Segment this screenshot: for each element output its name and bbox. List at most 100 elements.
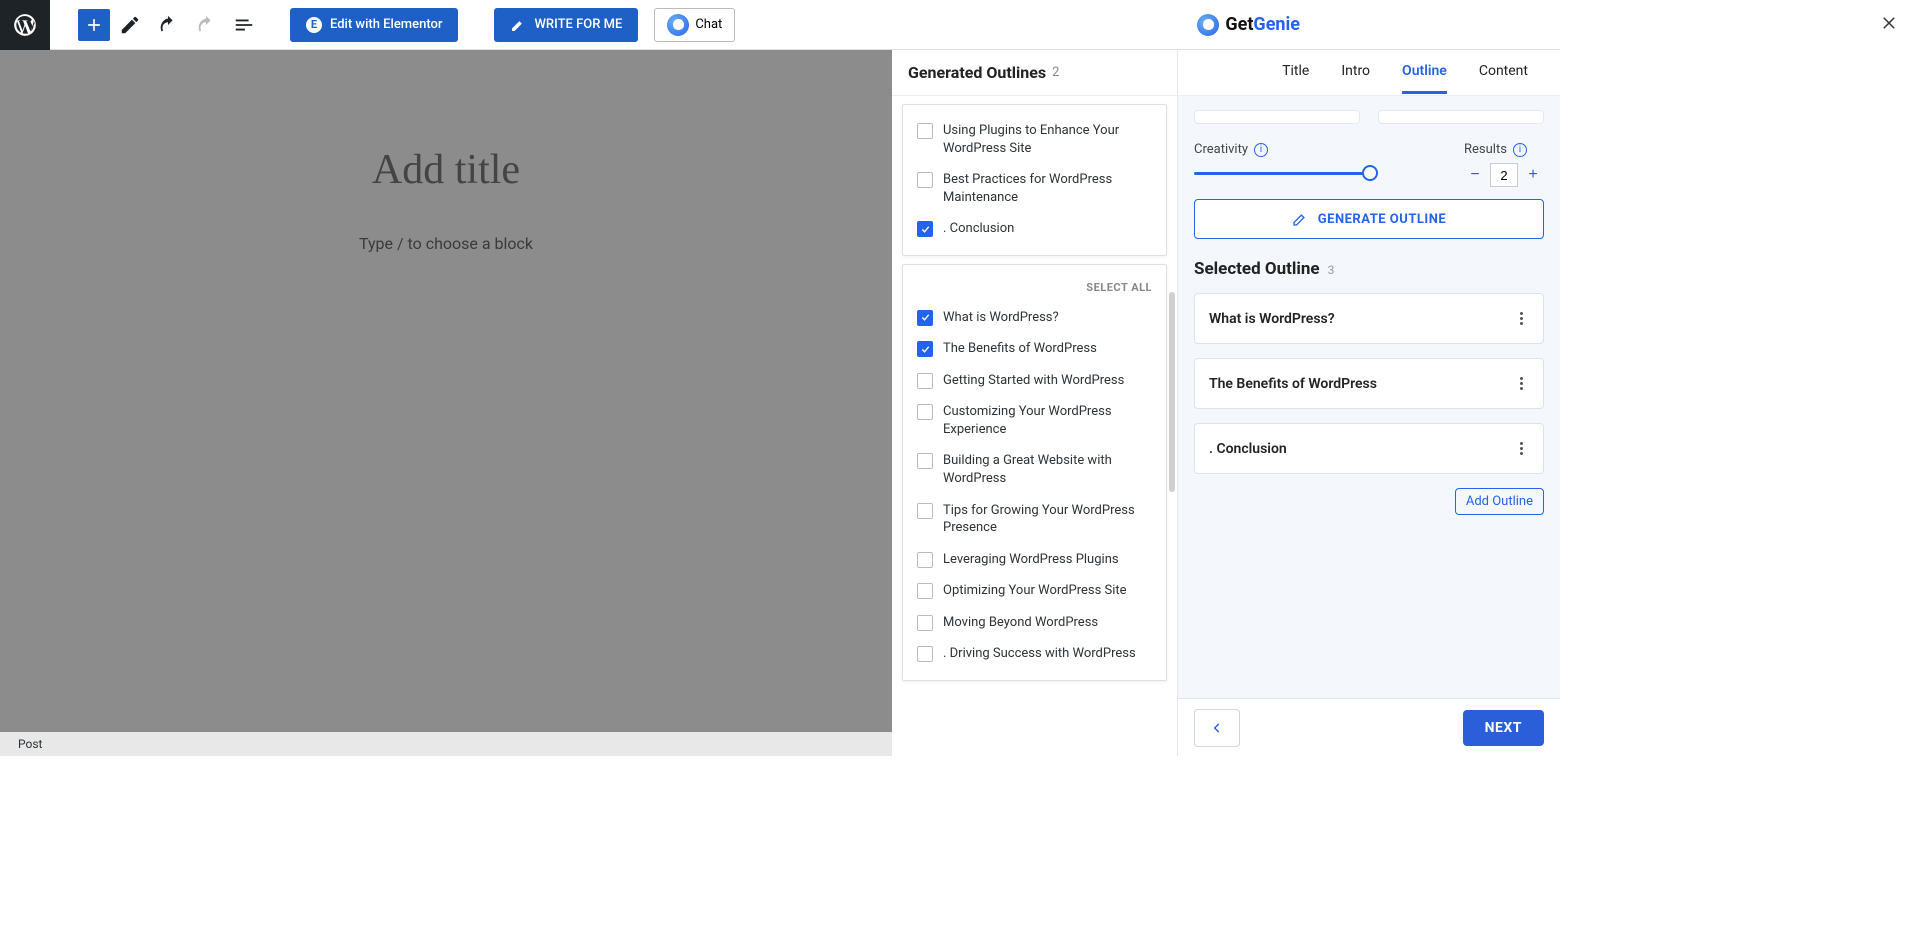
outline-option[interactable]: Tips for Growing Your WordPress Presence [915, 495, 1154, 544]
outline-option[interactable]: Best Practices for WordPress Maintenance [915, 164, 1154, 213]
outline-option-label: . Driving Success with WordPress [943, 645, 1136, 663]
outline-option-label: Using Plugins to Enhance Your WordPress … [943, 122, 1152, 157]
pen-icon [1292, 211, 1308, 227]
generated-outlines-heading: Generated Outlines [908, 63, 1046, 82]
outline-group-1: Using Plugins to Enhance Your WordPress … [902, 104, 1167, 256]
outline-option-label: Tips for Growing Your WordPress Presence [943, 502, 1152, 537]
selected-item-label: The Benefits of WordPress [1209, 376, 1377, 392]
increment-button[interactable]: + [1522, 164, 1544, 186]
undo-icon [157, 14, 179, 36]
outline-option[interactable]: Customizing Your WordPress Experience [915, 396, 1154, 445]
selected-outline-item[interactable]: What is WordPress? [1194, 293, 1544, 344]
outline-option[interactable]: Building a Great Website with WordPress [915, 445, 1154, 494]
creativity-slider[interactable] [1194, 163, 1372, 183]
wordpress-logo[interactable] [0, 0, 50, 50]
block-placeholder[interactable]: Type / to choose a block [128, 234, 764, 253]
outline-option[interactable]: What is WordPress? [915, 302, 1154, 334]
outline-option-label: . Conclusion [943, 220, 1014, 238]
back-button[interactable] [1194, 709, 1240, 747]
info-icon[interactable]: i [1254, 143, 1268, 157]
elementor-label: Edit with Elementor [330, 17, 442, 32]
checkbox[interactable] [917, 310, 933, 326]
checkbox[interactable] [917, 221, 933, 237]
generated-outlines-count: 2 [1052, 65, 1059, 80]
editor-canvas[interactable]: Add title Type / to choose a block Post [0, 50, 892, 756]
wordpress-icon [12, 12, 38, 38]
outline-option[interactable]: . Driving Success with WordPress [915, 638, 1154, 670]
outline-option-label: Best Practices for WordPress Maintenance [943, 171, 1152, 206]
selected-outline-item[interactable]: The Benefits of WordPress [1194, 358, 1544, 409]
checkbox[interactable] [917, 503, 933, 519]
close-panel-button[interactable] [1880, 14, 1900, 34]
results-stepper: − + [1464, 163, 1544, 187]
undo-button[interactable] [150, 7, 186, 43]
pen-icon [510, 17, 526, 33]
input-box-2[interactable] [1378, 110, 1544, 124]
checkbox[interactable] [917, 552, 933, 568]
list-icon [233, 14, 255, 36]
checkbox[interactable] [917, 615, 933, 631]
generate-outline-button[interactable]: GENERATE OUTLINE [1194, 199, 1544, 239]
selected-outline-count: 3 [1328, 263, 1335, 277]
results-label: Results [1464, 142, 1507, 157]
write-for-me-button[interactable]: WRITE FOR ME [494, 8, 638, 42]
input-box-1[interactable] [1194, 110, 1360, 124]
post-title-input[interactable]: Add title [128, 146, 764, 194]
outline-option[interactable]: Getting Started with WordPress [915, 365, 1154, 397]
outline-option[interactable]: Moving Beyond WordPress [915, 607, 1154, 639]
tab-outline[interactable]: Outline [1402, 51, 1447, 94]
outline-option[interactable]: Using Plugins to Enhance Your WordPress … [915, 115, 1154, 164]
outline-option-label: The Benefits of WordPress [943, 340, 1097, 358]
close-icon [1880, 14, 1898, 32]
item-menu-button[interactable] [1513, 310, 1529, 327]
outline-option[interactable]: Optimizing Your WordPress Site [915, 575, 1154, 607]
checkbox[interactable] [917, 373, 933, 389]
breadcrumb: Post [0, 732, 892, 756]
chat-button[interactable]: Chat [654, 8, 735, 42]
checkbox[interactable] [917, 583, 933, 599]
redo-button[interactable] [188, 7, 224, 43]
selected-outline-item[interactable]: . Conclusion [1194, 423, 1544, 474]
plus-icon [84, 15, 104, 35]
add-outline-button[interactable]: Add Outline [1455, 488, 1544, 515]
results-input[interactable] [1490, 163, 1518, 187]
tab-title[interactable]: Title [1282, 51, 1309, 94]
creativity-label: Creativity [1194, 142, 1248, 157]
selected-outline-heading: Selected Outline [1194, 259, 1320, 279]
checkbox[interactable] [917, 453, 933, 469]
select-all-button[interactable]: SELECT ALL [915, 275, 1154, 302]
add-block-button[interactable] [78, 9, 110, 41]
edit-with-elementor-button[interactable]: E Edit with Elementor [290, 8, 458, 42]
checkbox[interactable] [917, 404, 933, 420]
outline-option[interactable]: Leveraging WordPress Plugins [915, 544, 1154, 576]
document-outline-button[interactable] [226, 7, 262, 43]
checkbox[interactable] [917, 172, 933, 188]
outline-option-label: Building a Great Website with WordPress [943, 452, 1152, 487]
elementor-icon: E [306, 17, 322, 33]
item-menu-button[interactable] [1513, 440, 1529, 457]
checkbox[interactable] [917, 123, 933, 139]
outline-option-label: Customizing Your WordPress Experience [943, 403, 1152, 438]
checkbox[interactable] [917, 646, 933, 662]
outline-group-2: SELECT ALL What is WordPress? The Benefit… [902, 264, 1167, 681]
checkbox[interactable] [917, 341, 933, 357]
outline-option[interactable]: The Benefits of WordPress [915, 333, 1154, 365]
outline-option-label: What is WordPress? [943, 309, 1059, 327]
outline-option[interactable]: . Conclusion [915, 213, 1154, 245]
outline-option-label: Moving Beyond WordPress [943, 614, 1098, 632]
info-icon[interactable]: i [1513, 143, 1527, 157]
genie-icon [667, 14, 689, 36]
item-menu-button[interactable] [1513, 375, 1529, 392]
pencil-icon [119, 14, 141, 36]
next-button[interactable]: NEXT [1463, 710, 1544, 746]
chevron-left-icon [1210, 721, 1224, 735]
tab-content[interactable]: Content [1479, 51, 1528, 94]
scrollbar-thumb[interactable] [1169, 292, 1175, 492]
edit-tool[interactable] [112, 7, 148, 43]
selected-item-label: . Conclusion [1209, 441, 1287, 457]
selected-item-label: What is WordPress? [1209, 311, 1335, 327]
slider-thumb[interactable] [1362, 165, 1378, 181]
tab-intro[interactable]: Intro [1341, 51, 1370, 94]
write-label: WRITE FOR ME [534, 17, 622, 32]
decrement-button[interactable]: − [1464, 164, 1486, 186]
